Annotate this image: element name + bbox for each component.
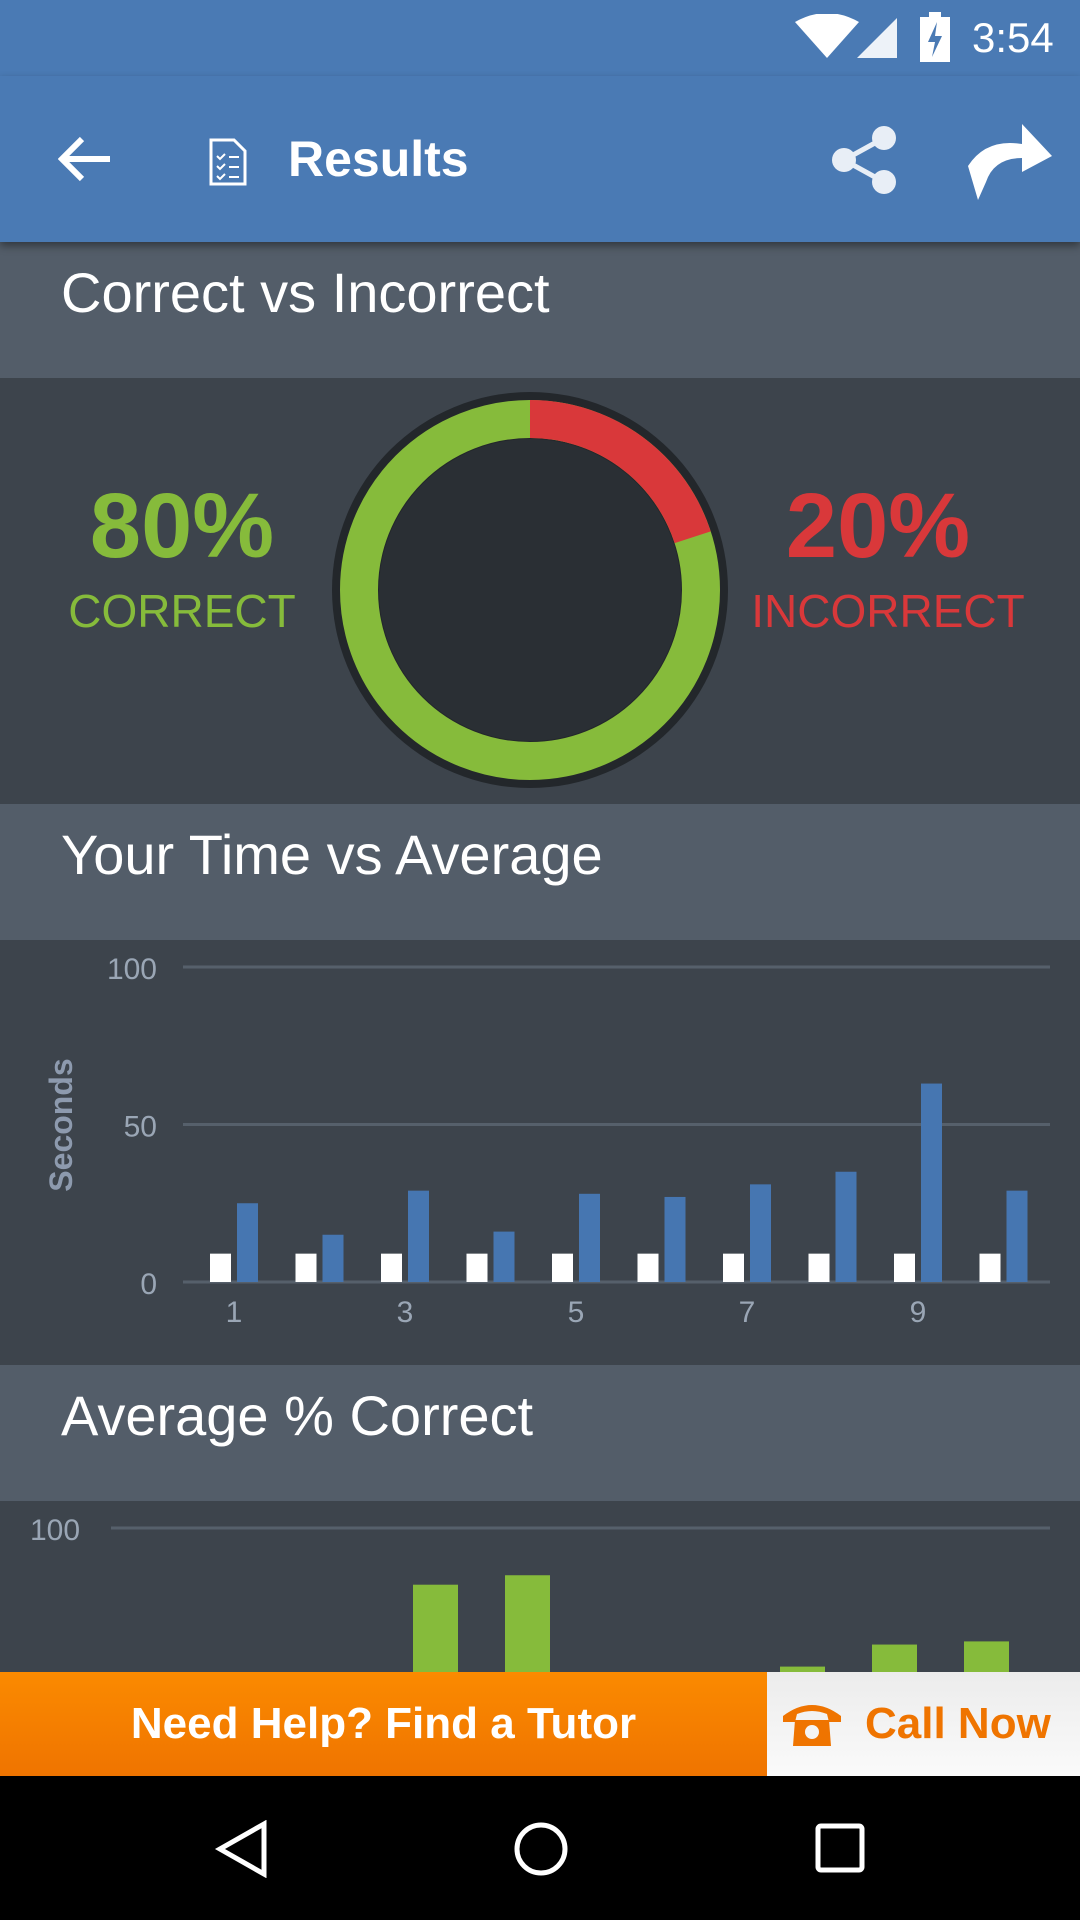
- your-time-bar: [1006, 1190, 1028, 1282]
- x-tick-label: 7: [739, 1296, 756, 1329]
- your-time-bar: [921, 1083, 942, 1282]
- your-time-bar: [835, 1171, 857, 1282]
- recents-square-icon[interactable]: [814, 1822, 868, 1876]
- status-bar: 3:54: [0, 0, 1080, 76]
- x-tick-label: 3: [397, 1296, 414, 1329]
- app-bar: Results: [0, 76, 1080, 242]
- x-tick-label: 5: [568, 1296, 585, 1329]
- average-time-bar: [381, 1253, 402, 1282]
- incorrect-percent: 20%: [785, 475, 971, 577]
- home-circle-icon[interactable]: [512, 1820, 570, 1878]
- document-checklist-icon: [209, 138, 247, 186]
- average-correct-bar: [964, 1641, 1009, 1672]
- call-now-button[interactable]: Call Now: [767, 1672, 1080, 1776]
- y-tick-label: 0: [140, 1268, 157, 1301]
- signal-icon: [857, 18, 897, 58]
- your-time-bar: [493, 1231, 515, 1282]
- average-correct-bar: [413, 1584, 458, 1672]
- navigation-bar: [0, 1776, 1080, 1920]
- status-time: 3:54: [972, 14, 1054, 61]
- x-tick-label: 9: [910, 1296, 927, 1329]
- back-arrow-icon[interactable]: [58, 136, 112, 182]
- donut-chart: [332, 392, 728, 788]
- your-time-bar: [664, 1196, 686, 1282]
- call-now-label: Call Now: [865, 1699, 1051, 1748]
- average-time-bar: [210, 1253, 231, 1282]
- correct-incorrect-panel: 80% CORRECT 20% INCORRECT: [0, 378, 1080, 804]
- time-chart-panel: 0 50 100 Seconds 1 3 5 7 9: [0, 940, 1080, 1365]
- your-time-bar: [237, 1203, 258, 1282]
- page-title: Results: [288, 131, 469, 187]
- x-tick-label: 1: [226, 1296, 243, 1329]
- y-axis-label: Seconds: [43, 1058, 79, 1191]
- correct-percent: 80%: [89, 475, 275, 577]
- share-icon[interactable]: [830, 124, 900, 196]
- y-tick-label: 100: [107, 953, 157, 986]
- section-header-average-correct: Average % Correct: [0, 1365, 1080, 1501]
- average-correct-chart-panel: 100: [0, 1501, 1080, 1672]
- correct-label: CORRECT: [68, 585, 296, 637]
- section-title: Average % Correct: [61, 1384, 534, 1447]
- average-time-bar: [637, 1253, 659, 1282]
- y-tick-label: 50: [124, 1111, 157, 1144]
- your-time-bar: [579, 1193, 600, 1282]
- average-time-bar: [894, 1253, 915, 1282]
- average-time-bar: [979, 1253, 1001, 1282]
- average-time-bar: [552, 1253, 573, 1282]
- average-correct-bar: [505, 1575, 550, 1672]
- average-correct-bar: [872, 1644, 917, 1672]
- section-title: Correct vs Incorrect: [61, 261, 550, 324]
- your-time-bar: [750, 1184, 771, 1282]
- average-time-bar: [466, 1253, 488, 1282]
- phone-icon: [783, 1705, 841, 1746]
- wifi-signal-icons: [795, 14, 897, 58]
- forward-arrow-icon[interactable]: [966, 122, 1056, 204]
- average-time-bar: [295, 1253, 317, 1282]
- section-header-correct-vs-incorrect: Correct vs Incorrect: [0, 242, 1080, 378]
- your-time-bar: [322, 1234, 344, 1282]
- time-bar-chart: 0 50 100 Seconds 1 3 5 7 9: [43, 953, 1050, 1329]
- find-tutor-label: Need Help? Find a Tutor: [130, 1699, 637, 1748]
- wifi-icon: [795, 14, 859, 58]
- battery-charging-icon: [920, 12, 950, 62]
- section-title: Your Time vs Average: [61, 823, 603, 886]
- y-tick-label: 100: [30, 1514, 80, 1547]
- incorrect-label: INCORRECT: [751, 585, 1025, 637]
- section-header-time-vs-average: Your Time vs Average: [0, 804, 1080, 940]
- your-time-bar: [408, 1190, 429, 1282]
- back-triangle-icon[interactable]: [214, 1820, 270, 1878]
- average-correct-bar-chart: 100: [30, 1514, 1050, 1672]
- find-tutor-button[interactable]: Need Help? Find a Tutor: [0, 1672, 767, 1776]
- average-time-bar: [723, 1253, 744, 1282]
- average-time-bar: [808, 1253, 830, 1282]
